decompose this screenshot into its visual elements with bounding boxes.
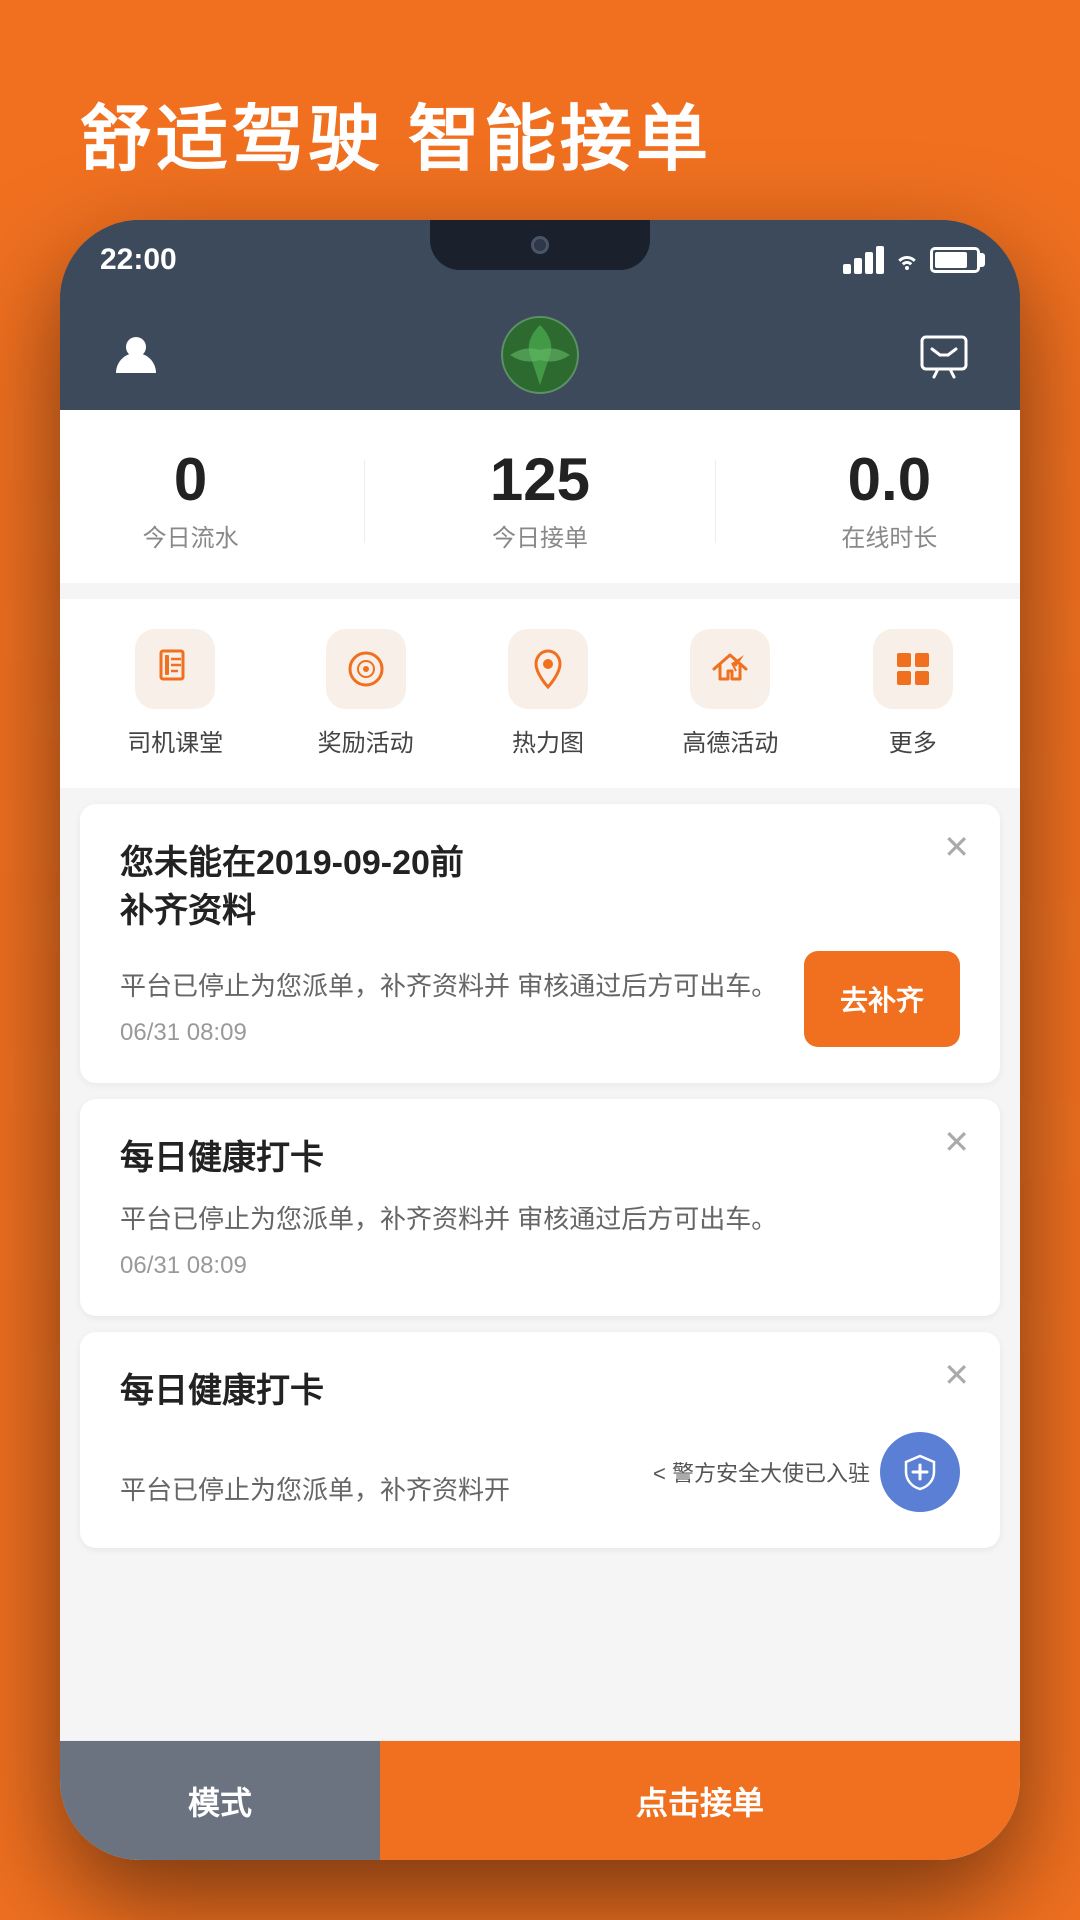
signal-icon (843, 246, 884, 274)
app-logo (500, 315, 580, 395)
menu-label-rewards: 奖励活动 (318, 723, 414, 758)
menu-label-more: 更多 (889, 723, 937, 758)
stat-daily-orders: 125 今日接单 (490, 450, 590, 553)
stat-online-time: 0.0 在线时长 (841, 450, 937, 553)
amap-icon-wrap (690, 629, 770, 709)
card-1-action-button[interactable]: 去补齐 (804, 951, 960, 1047)
stat-label-flow: 今日流水 (143, 518, 239, 553)
more-icon-wrap (873, 629, 953, 709)
driver-class-icon-wrap (135, 629, 215, 709)
stat-value-orders: 125 (490, 450, 590, 510)
menu-label-driver-class: 司机课堂 (127, 723, 223, 758)
mode-button[interactable]: 模式 (60, 1741, 380, 1860)
menu-label-heatmap: 热力图 (512, 723, 584, 758)
card-2-title: 每日健康打卡 (120, 1135, 960, 1183)
camera (531, 236, 549, 254)
card-2-time: 06/31 08:09 (120, 1252, 960, 1280)
menu-item-rewards[interactable]: 奖励活动 (318, 629, 414, 758)
card-1-close-button[interactable]: ✕ (943, 828, 970, 866)
wifi-icon (892, 248, 922, 272)
menu-item-more[interactable]: 更多 (873, 629, 953, 758)
menu-item-amap[interactable]: 高德活动 (682, 629, 778, 758)
notification-card-3: ✕ 每日健康打卡 平台已停止为您派单，补齐资料开 < 警方安全大使已入驻 (80, 1332, 1000, 1548)
card-3-close-button[interactable]: ✕ (943, 1356, 970, 1394)
menu-grid: 司机课堂 奖励活动 (60, 599, 1020, 788)
app-content: 0 今日流水 125 今日接单 0.0 在线时长 (60, 410, 1020, 1740)
card-2-text: 平台已停止为您派单，补齐资料并 审核通过后方可出车。 06/31 08:09 (120, 1199, 960, 1281)
accept-order-button[interactable]: 点击接单 (380, 1741, 1020, 1860)
security-button[interactable] (880, 1432, 960, 1512)
notification-card-2: ✕ 每日健康打卡 平台已停止为您派单，补齐资料并 审核通过后方可出车。 06/3… (80, 1099, 1000, 1316)
card-3-text: 平台已停止为您派单，补齐资料开 (120, 1470, 653, 1512)
notification-card-1: ✕ 您未能在2019-09-20前补齐资料 平台已停止为您派单，补齐资料并 审核… (80, 804, 1000, 1083)
stats-row: 0 今日流水 125 今日接单 0.0 在线时长 (60, 410, 1020, 583)
card-3-title: 每日健康打卡 (120, 1368, 960, 1416)
stat-value-flow: 0 (143, 450, 239, 510)
app-header (60, 300, 1020, 410)
profile-icon[interactable] (110, 329, 162, 381)
menu-item-heatmap[interactable]: 热力图 (508, 629, 588, 758)
menu-label-amap: 高德活动 (682, 723, 778, 758)
rewards-icon-wrap (326, 629, 406, 709)
bottom-bar: 模式 点击接单 (60, 1740, 1020, 1860)
phone-frame: 22:00 (60, 220, 1020, 1860)
menu-item-driver-class[interactable]: 司机课堂 (127, 629, 223, 758)
heatmap-icon-wrap (508, 629, 588, 709)
message-icon[interactable] (918, 329, 970, 381)
card-1-text: 平台已停止为您派单，补齐资料并 审核通过后方可出车。 06/31 08:09 (120, 966, 784, 1048)
phone-notch (430, 220, 650, 270)
stat-value-time: 0.0 (841, 450, 937, 510)
card-1-time: 06/31 08:09 (120, 1019, 784, 1047)
status-time: 22:00 (100, 243, 177, 277)
security-notice-text: < 警方安全大使已入驻 (653, 1456, 870, 1488)
battery-icon (930, 247, 980, 273)
stat-daily-flow: 0 今日流水 (143, 450, 239, 553)
security-notice-area: < 警方安全大使已入驻 (653, 1432, 960, 1512)
stat-label-orders: 今日接单 (490, 518, 590, 553)
status-right-icons (843, 246, 980, 274)
card-1-title: 您未能在2019-09-20前补齐资料 (120, 840, 960, 935)
card-2-close-button[interactable]: ✕ (943, 1123, 970, 1161)
card-2-desc: 平台已停止为您派单，补齐资料并 审核通过后方可出车。 (120, 1199, 960, 1241)
card-1-desc: 平台已停止为您派单，补齐资料并 审核通过后方可出车。 (120, 966, 784, 1008)
card-3-desc: 平台已停止为您派单，补齐资料开 (120, 1470, 653, 1512)
page-title: 舒适驾驶 智能接单 (80, 80, 712, 185)
stat-label-time: 在线时长 (841, 518, 937, 553)
